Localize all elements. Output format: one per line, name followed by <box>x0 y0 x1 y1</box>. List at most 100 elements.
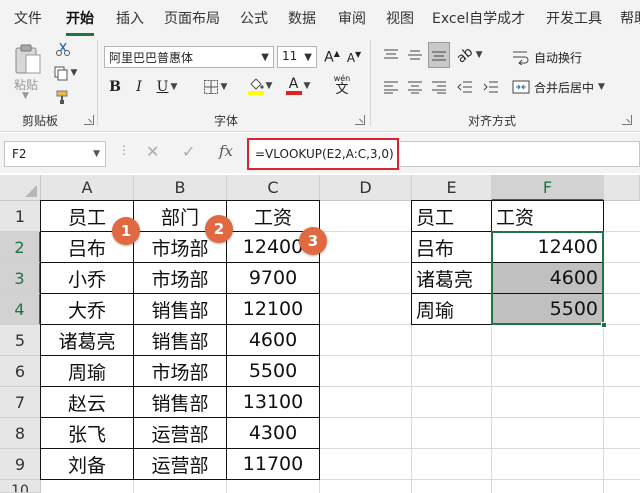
cell-c6[interactable]: 5500 <box>227 356 319 386</box>
cell-e2[interactable]: 吕布 <box>412 232 491 262</box>
paste-dropdown-icon[interactable]: ▼ <box>22 91 29 101</box>
cancel-icon[interactable]: ✕ <box>146 142 159 161</box>
cell-b6[interactable]: 市场部 <box>134 356 226 386</box>
column-header-e[interactable]: E <box>412 175 492 201</box>
cell-a3[interactable]: 小乔 <box>41 263 133 293</box>
align-top-button[interactable] <box>380 44 402 66</box>
format-painter-button[interactable] <box>54 88 72 106</box>
increase-indent-button[interactable] <box>480 76 502 98</box>
align-right-button[interactable] <box>428 76 450 98</box>
cell-f1[interactable]: 工资 <box>492 201 603 231</box>
column-header-f[interactable]: F <box>492 175 604 201</box>
name-box[interactable]: F2 ▼ <box>4 141 106 167</box>
align-bottom-button[interactable] <box>428 42 450 68</box>
merge-center-button[interactable]: 合并后居中 ▼ <box>512 76 626 98</box>
check-icon[interactable]: ✓ <box>182 142 195 161</box>
tab-developer[interactable]: 开发工具 <box>546 8 602 28</box>
cell-f3[interactable]: 4600 <box>492 263 603 293</box>
cell-a7[interactable]: 赵云 <box>41 387 133 417</box>
cell-c4[interactable]: 12100 <box>227 294 319 324</box>
cell-b4[interactable]: 销售部 <box>134 294 226 324</box>
cell-a4[interactable]: 大乔 <box>41 294 133 324</box>
cell-c8[interactable]: 4300 <box>227 418 319 448</box>
copy-button[interactable]: ▼ <box>52 64 78 82</box>
font-launcher-icon[interactable] <box>355 115 365 125</box>
fill-color-button[interactable]: ▼ <box>244 74 276 98</box>
cell-c1[interactable]: 工资 <box>227 201 319 231</box>
font-name-select[interactable]: 阿里巴巴普惠体 ▼ <box>104 46 274 68</box>
cut-button[interactable] <box>54 40 72 58</box>
row-header-8[interactable]: 8 <box>0 418 41 449</box>
select-all-button[interactable] <box>0 175 41 201</box>
column-header-g[interactable] <box>604 175 640 201</box>
paste-button[interactable] <box>10 42 46 76</box>
row-header-9[interactable]: 9 <box>0 449 41 480</box>
cell-b9[interactable]: 运营部 <box>134 449 226 479</box>
clipboard-launcher-icon[interactable] <box>84 115 94 125</box>
cell-b5[interactable]: 销售部 <box>134 325 226 355</box>
cell-a5[interactable]: 诸葛亮 <box>41 325 133 355</box>
cell-f2[interactable]: 12400 <box>492 232 603 262</box>
font-size-select[interactable]: 11 ▼ <box>277 46 317 68</box>
tab-insert[interactable]: 插入 <box>116 8 144 28</box>
cell-c5[interactable]: 4600 <box>227 325 319 355</box>
underline-icon: U <box>156 79 169 95</box>
font-color-button[interactable]: A ▼ <box>282 74 314 98</box>
tab-formulas[interactable]: 公式 <box>240 8 268 28</box>
row-header-7[interactable]: 7 <box>0 387 41 418</box>
bold-button[interactable]: B <box>106 77 124 97</box>
increase-font-size-button[interactable]: A▲ <box>322 46 342 68</box>
tab-review[interactable]: 审阅 <box>338 8 366 28</box>
tab-file[interactable]: 文件 <box>14 8 42 28</box>
column-header-c[interactable]: C <box>227 175 320 201</box>
cell-f4[interactable]: 5500 <box>492 294 603 324</box>
alignment-launcher-icon[interactable] <box>622 115 632 125</box>
align-middle-button[interactable] <box>404 44 426 66</box>
italic-button[interactable]: I <box>130 77 148 97</box>
font-size-value: 11 <box>282 49 298 63</box>
tab-excel-zixue[interactable]: Excel自学成才 <box>432 8 525 28</box>
cell-b3[interactable]: 市场部 <box>134 263 226 293</box>
cell-a8[interactable]: 张飞 <box>41 418 133 448</box>
borders-button[interactable]: ▼ <box>198 77 232 97</box>
column-header-d[interactable]: D <box>320 175 412 201</box>
decrease-indent-button[interactable] <box>454 76 476 98</box>
formula-input[interactable]: =VLOOKUP(E2,A:C,3,0) <box>247 138 399 170</box>
cell-e1[interactable]: 员工 <box>412 201 491 231</box>
tab-help[interactable]: 帮助 <box>620 8 640 28</box>
cell-a6[interactable]: 周瑜 <box>41 356 133 386</box>
row-header-2[interactable]: 2 <box>0 232 41 263</box>
row-header-6[interactable]: 6 <box>0 356 41 387</box>
cell-b8[interactable]: 运营部 <box>134 418 226 448</box>
column-header-b[interactable]: B <box>134 175 227 201</box>
wrap-text-button[interactable]: 自动换行 <box>512 46 602 68</box>
column-header-a[interactable]: A <box>41 175 134 201</box>
drag-handle-icon[interactable]: ⋮ <box>118 143 131 157</box>
cell-e4[interactable]: 周瑜 <box>412 294 491 324</box>
cell-b7[interactable]: 销售部 <box>134 387 226 417</box>
tab-data[interactable]: 数据 <box>288 8 316 28</box>
underline-button[interactable]: U ▼ <box>152 77 182 97</box>
cell-a9[interactable]: 刘备 <box>41 449 133 479</box>
align-center-button[interactable] <box>404 76 426 98</box>
cell-e3[interactable]: 诸葛亮 <box>412 263 491 293</box>
row-header-4[interactable]: 4 <box>0 294 41 325</box>
fill-handle[interactable] <box>601 322 607 328</box>
cell-c3[interactable]: 9700 <box>227 263 319 293</box>
row-header-1[interactable]: 1 <box>0 201 41 232</box>
tab-home[interactable]: 开始 <box>66 8 94 36</box>
align-left-button[interactable] <box>380 76 402 98</box>
tab-page-layout[interactable]: 页面布局 <box>164 8 220 28</box>
row-header-5[interactable]: 5 <box>0 325 41 356</box>
cell-c7[interactable]: 13100 <box>227 387 319 417</box>
orientation-button[interactable]: ab ▼ <box>454 44 486 66</box>
decrease-font-size-button[interactable]: A▼ <box>344 46 364 68</box>
tab-view[interactable]: 视图 <box>386 8 414 28</box>
row-header-10[interactable]: 10 <box>0 480 41 493</box>
cell-border <box>40 355 320 356</box>
cell-c9[interactable]: 11700 <box>227 449 319 479</box>
insert-function-icon[interactable]: fx <box>219 142 233 160</box>
formula-input-extension[interactable] <box>400 141 640 167</box>
phonetic-button[interactable]: wén 文 <box>326 74 358 98</box>
row-header-3[interactable]: 3 <box>0 263 41 294</box>
